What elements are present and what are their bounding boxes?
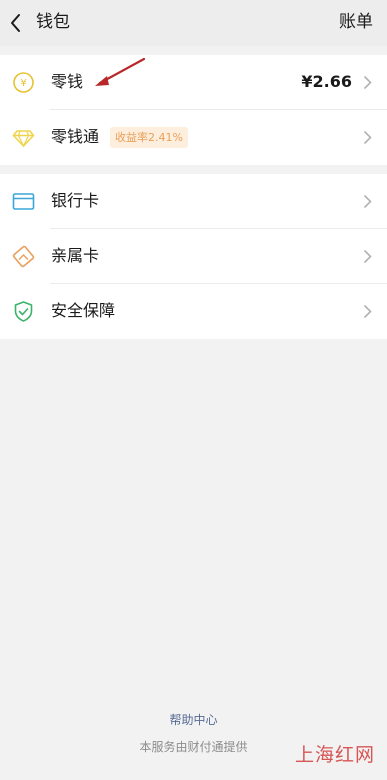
back-button[interactable] bbox=[6, 8, 36, 38]
list-item-label: 零钱通 bbox=[51, 127, 100, 146]
svg-text:¥: ¥ bbox=[20, 78, 26, 89]
list-item-label: 亲属卡 bbox=[51, 246, 100, 265]
list-item-bank-card[interactable]: 银行卡 bbox=[0, 174, 387, 229]
chevron-right-icon bbox=[363, 304, 372, 319]
family-card-icon bbox=[12, 245, 35, 268]
bill-button[interactable]: 账单 bbox=[339, 11, 373, 33]
cards-section: 银行卡 亲属卡 安全保障 bbox=[0, 174, 387, 339]
annotation-arrow bbox=[95, 57, 146, 86]
list-item-label: 安全保障 bbox=[51, 301, 116, 320]
list-item-family-card[interactable]: 亲属卡 bbox=[0, 229, 387, 284]
list-item-label: 零钱 bbox=[51, 72, 84, 91]
chevron-right-icon bbox=[363, 194, 372, 209]
chevron-right-icon bbox=[363, 75, 372, 90]
chevron-right-icon bbox=[363, 130, 372, 145]
shield-check-icon bbox=[12, 300, 35, 323]
help-center-link[interactable]: 帮助中心 bbox=[0, 711, 387, 729]
coin-yen-icon: ¥ bbox=[12, 71, 35, 94]
balance-amount: ¥2.66 bbox=[301, 72, 352, 91]
wallet-balance-section: ¥ 零钱 ¥2.66 零钱通 收益率2.41% bbox=[0, 55, 387, 165]
list-item-security[interactable]: 安全保障 bbox=[0, 284, 387, 339]
list-item-lqt[interactable]: 零钱通 收益率2.41% bbox=[0, 110, 387, 165]
chevron-right-icon bbox=[363, 249, 372, 264]
list-item-change[interactable]: ¥ 零钱 ¥2.66 bbox=[0, 55, 387, 110]
bank-card-icon bbox=[12, 190, 35, 213]
page-title: 钱包 bbox=[36, 12, 70, 32]
yield-rate-badge: 收益率2.41% bbox=[110, 127, 188, 148]
chevron-left-icon bbox=[11, 14, 20, 32]
top-bar: 钱包 账单 bbox=[0, 0, 387, 46]
watermark: 上海红网 bbox=[294, 744, 375, 766]
diamond-icon bbox=[12, 126, 35, 149]
list-item-label: 银行卡 bbox=[51, 191, 100, 210]
